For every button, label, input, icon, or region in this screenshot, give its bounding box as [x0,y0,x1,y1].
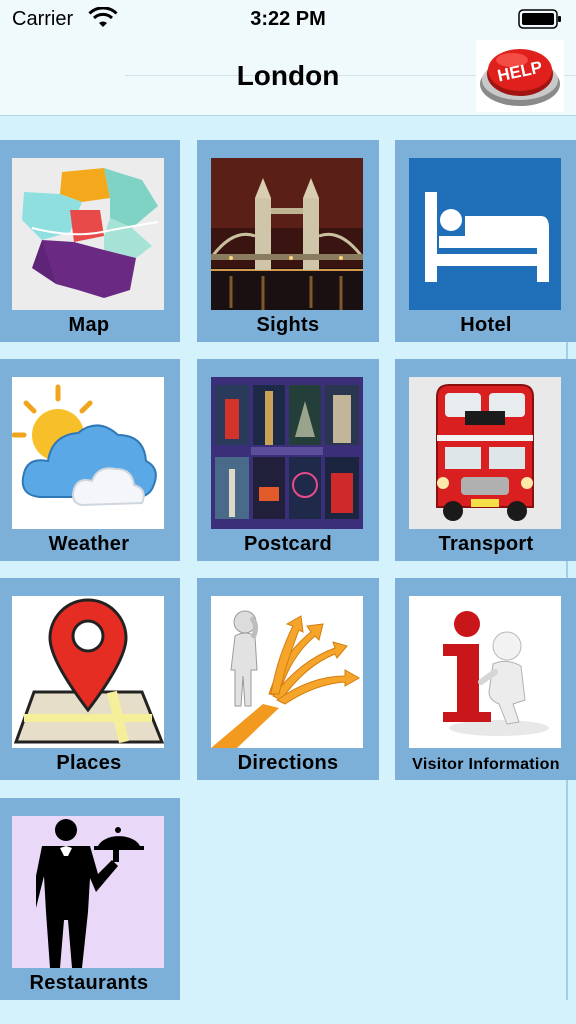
waiter-icon [12,816,164,968]
weather-icon [12,377,164,529]
tile-hotel[interactable]: Hotel [395,140,576,342]
map-icon [12,158,164,310]
bus-icon [409,377,561,529]
status-bar: Carrier 3:22 PM [0,0,576,38]
tile-transport[interactable]: Transport [395,359,576,561]
battery-icon [518,9,561,29]
tile-label: Transport [438,533,534,555]
tile-label: Directions [237,752,339,774]
tile-places[interactable]: Places [0,578,180,780]
help-button[interactable]: HELP [476,40,564,112]
tile-label: Sights [256,314,320,336]
tile-weather[interactable]: Weather [0,359,180,561]
directions-icon [211,596,363,748]
tile-visitor-information[interactable]: Visitor Information [395,578,576,780]
tile-label: Postcard [244,533,332,555]
help-icon: HELP [480,49,560,106]
bed-icon [409,158,561,310]
tile-postcard[interactable]: Postcard [197,359,379,561]
map-pin-icon [12,596,164,748]
tile-label: Places [56,752,122,774]
postcard-icon [211,377,363,529]
tile-directions[interactable]: Directions [197,578,379,780]
tile-restaurants[interactable]: Restaurants [0,798,180,1000]
tile-label: Map [68,314,110,336]
tile-sights[interactable]: Sights [197,140,379,342]
tile-label: Weather [48,533,130,555]
info-icon [409,596,561,748]
tile-label: Restaurants [29,972,149,994]
tile-label: Hotel [460,314,512,336]
navigation-bar: London HELP [0,38,576,116]
status-time: 3:22 PM [250,8,326,30]
tile-map[interactable]: Map [0,140,180,342]
tower-bridge-icon [211,158,363,310]
tile-label: Visitor Information [412,756,560,773]
